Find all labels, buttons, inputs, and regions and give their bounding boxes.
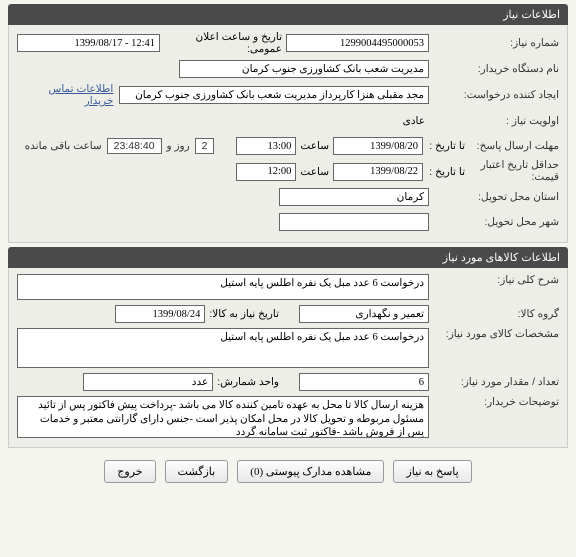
deadline-label: مهلت ارسال پاسخ: — [469, 140, 559, 152]
unit-label: واحد شمارش: — [217, 376, 279, 388]
spec-field[interactable] — [17, 328, 429, 368]
general-desc-label: شرح کلی نیاز: — [429, 274, 559, 286]
need-number-label: شماره نیاز: — [429, 37, 559, 49]
city-field[interactable] — [279, 213, 429, 231]
priority-value: عادی — [399, 113, 429, 129]
need-by-field[interactable] — [115, 305, 205, 323]
unit-field[interactable] — [83, 373, 213, 391]
need-number-field[interactable] — [286, 34, 429, 52]
qty-field[interactable] — [299, 373, 429, 391]
spec-label: مشخصات کالای مورد نیاز: — [429, 328, 559, 340]
contact-link[interactable]: اطلاعات تماس خریدار — [17, 83, 113, 107]
need-by-label: تاریخ نیاز به کالا: — [209, 308, 279, 320]
general-desc-field[interactable] — [17, 274, 429, 300]
exit-button[interactable]: خروج — [104, 460, 155, 483]
announce-label: تاریخ و ساعت اعلان عمومی: — [164, 31, 282, 55]
goods-info-body: شرح کلی نیاز: گروه کالا: تاریخ نیاز به ک… — [8, 268, 568, 448]
to-date-label-2: تا تاریخ : — [427, 166, 465, 178]
notes-field[interactable] — [17, 396, 429, 438]
need-info-header: اطلاعات نیاز — [8, 4, 568, 25]
group-field[interactable] — [299, 305, 429, 323]
validity-date-field[interactable] — [333, 163, 423, 181]
remaining-time: 23:48:40 — [107, 138, 162, 154]
province-label: استان محل تحویل: — [429, 191, 559, 203]
goods-info-header: اطلاعات کالاهای مورد نیاز — [8, 247, 568, 268]
qty-label: تعداد / مقدار مورد نیاز: — [429, 376, 559, 388]
org-field[interactable] — [179, 60, 429, 78]
need-info-body: شماره نیاز: تاریخ و ساعت اعلان عمومی: نا… — [8, 25, 568, 243]
province-field[interactable] — [279, 188, 429, 206]
creator-label: ایجاد کننده درخواست: — [429, 89, 559, 101]
validity-label: حداقل تاریخ اعتبار قیمت: — [469, 160, 559, 183]
announce-field[interactable] — [17, 34, 160, 52]
notes-label: توضیحات خریدار: — [429, 396, 559, 408]
deadline-time-field[interactable] — [236, 137, 296, 155]
remaining-block: 2 روز و 23:48:40 ساعت باقی مانده — [25, 138, 217, 154]
priority-label: اولویت نیاز : — [429, 115, 559, 127]
respond-button[interactable]: پاسخ به نیاز — [393, 460, 471, 483]
org-label: نام دستگاه خریدار: — [429, 63, 559, 75]
back-button[interactable]: بازگشت — [165, 460, 229, 483]
remaining-days-label: روز و — [166, 140, 189, 152]
group-label: گروه کالا: — [429, 308, 559, 320]
to-date-label: تا تاریخ : — [427, 140, 465, 152]
deadline-date-field[interactable] — [333, 137, 423, 155]
remaining-suffix: ساعت باقی مانده — [25, 140, 102, 152]
remaining-days: 2 — [195, 138, 215, 154]
time-label-2: ساعت — [300, 166, 329, 178]
city-label: شهر محل تحویل: — [429, 216, 559, 228]
validity-time-field[interactable] — [236, 163, 296, 181]
attachments-button[interactable]: مشاهده مدارک پیوستی (0) — [237, 460, 384, 483]
button-bar: پاسخ به نیاز مشاهده مدارک پیوستی (0) باز… — [0, 452, 576, 491]
creator-field[interactable] — [119, 86, 429, 104]
time-label-1: ساعت — [300, 140, 329, 152]
